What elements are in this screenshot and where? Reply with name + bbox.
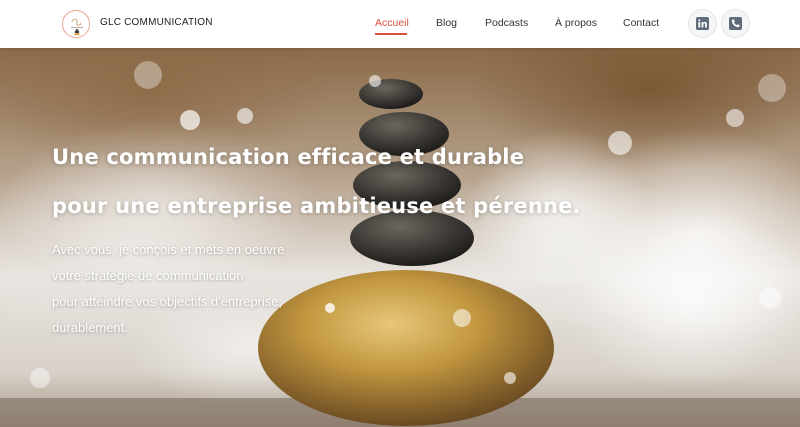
hero-text-line-2: votre stratégie de communication <box>52 268 244 283</box>
hero-background-image <box>0 61 800 427</box>
hero-title-line-2: pour une entreprise ambitieuse et pérenn… <box>52 194 581 218</box>
linkedin-icon <box>696 17 709 30</box>
nav-item-blog[interactable]: Blog <box>436 17 457 29</box>
nav-item-accueil[interactable]: Accueil <box>375 17 409 29</box>
site-header: GLC COMMUNICATION Accueil Blog Podcasts … <box>0 0 800 48</box>
nav-item-podcasts[interactable]: Podcasts <box>485 17 528 29</box>
brand-name[interactable]: GLC COMMUNICATION <box>100 17 213 28</box>
hero-title-line-1: Une communication efficace et durable <box>52 145 525 169</box>
hero-text-line-3: pour atteindre vos objectifs d'entrepris… <box>52 294 283 309</box>
active-nav-indicator <box>375 33 407 35</box>
hero-text-line-4: durablement. <box>52 320 128 335</box>
nav-item-a-propos[interactable]: À propos <box>555 17 597 29</box>
hero-text-line-1: Avec vous, je conçois et mets en oeuvre <box>52 242 285 257</box>
linkedin-button[interactable] <box>688 9 717 38</box>
hero-section: Une communication efficace et durable po… <box>0 48 800 427</box>
nav-item-contact[interactable]: Contact <box>623 17 659 29</box>
logo[interactable] <box>62 10 90 38</box>
phone-button[interactable] <box>721 9 750 38</box>
phone-icon <box>729 17 742 30</box>
